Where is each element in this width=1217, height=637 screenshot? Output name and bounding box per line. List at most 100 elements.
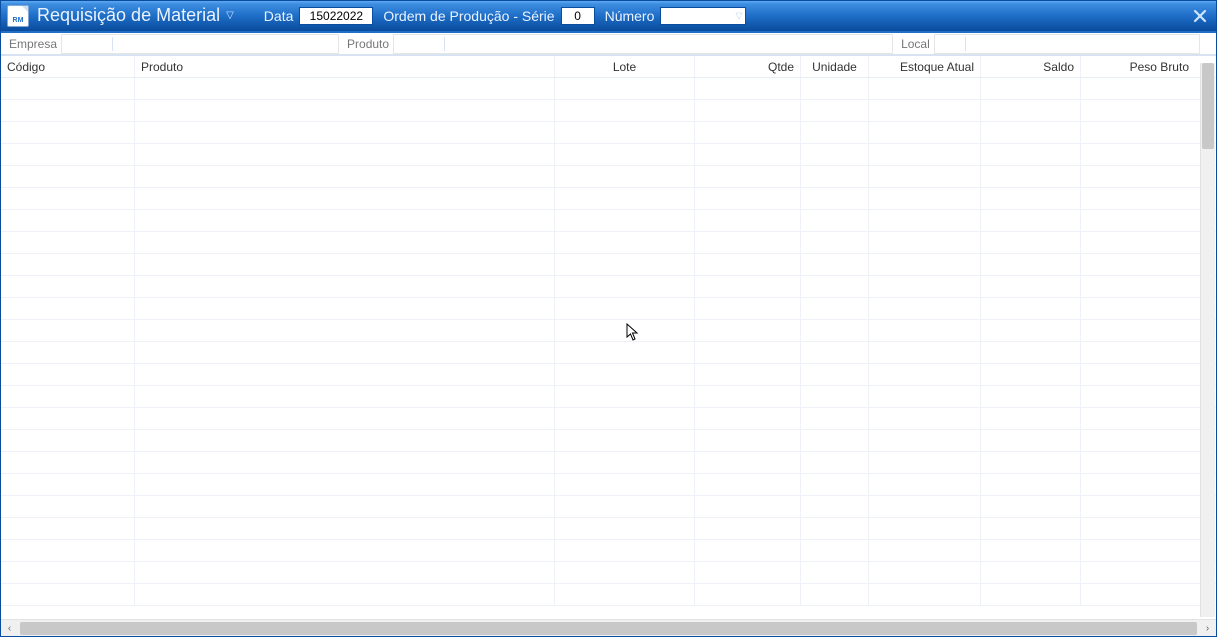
table-row[interactable] — [1, 232, 1216, 254]
cell-qtde[interactable] — [695, 540, 801, 561]
cell-lote[interactable] — [555, 342, 695, 363]
cell-unidade[interactable] — [801, 474, 869, 495]
cell-codigo[interactable] — [1, 188, 135, 209]
cell-peso[interactable] — [1081, 364, 1195, 385]
cell-qtde[interactable] — [695, 122, 801, 143]
cell-peso[interactable] — [1081, 408, 1195, 429]
cell-codigo[interactable] — [1, 430, 135, 451]
cell-codigo[interactable] — [1, 232, 135, 253]
table-row[interactable] — [1, 474, 1216, 496]
cell-peso[interactable] — [1081, 430, 1195, 451]
cell-lote[interactable] — [555, 496, 695, 517]
data-input[interactable] — [299, 7, 373, 25]
scroll-thumb[interactable] — [1202, 63, 1214, 149]
cell-peso[interactable] — [1081, 122, 1195, 143]
cell-qtde[interactable] — [695, 232, 801, 253]
cell-codigo[interactable] — [1, 78, 135, 99]
cell-produto[interactable] — [135, 342, 555, 363]
cell-produto[interactable] — [135, 518, 555, 539]
cell-peso[interactable] — [1081, 232, 1195, 253]
col-saldo[interactable]: Saldo — [981, 56, 1081, 77]
cell-produto[interactable] — [135, 144, 555, 165]
table-row[interactable] — [1, 78, 1216, 100]
cell-unidade[interactable] — [801, 320, 869, 341]
cell-saldo[interactable] — [981, 122, 1081, 143]
cell-lote[interactable] — [555, 122, 695, 143]
cell-unidade[interactable] — [801, 232, 869, 253]
cell-produto[interactable] — [135, 452, 555, 473]
cell-qtde[interactable] — [695, 342, 801, 363]
cell-saldo[interactable] — [981, 320, 1081, 341]
cell-produto[interactable] — [135, 430, 555, 451]
table-row[interactable] — [1, 166, 1216, 188]
cell-qtde[interactable] — [695, 496, 801, 517]
cell-estoque[interactable] — [869, 122, 981, 143]
cell-codigo[interactable] — [1, 276, 135, 297]
cell-lote[interactable] — [555, 188, 695, 209]
cell-qtde[interactable] — [695, 584, 801, 605]
cell-estoque[interactable] — [869, 474, 981, 495]
table-row[interactable] — [1, 562, 1216, 584]
cell-qtde[interactable] — [695, 474, 801, 495]
table-row[interactable] — [1, 452, 1216, 474]
cell-qtde[interactable] — [695, 408, 801, 429]
cell-produto[interactable] — [135, 562, 555, 583]
cell-codigo[interactable] — [1, 320, 135, 341]
cell-saldo[interactable] — [981, 144, 1081, 165]
cell-lote[interactable] — [555, 518, 695, 539]
cell-produto[interactable] — [135, 364, 555, 385]
cell-estoque[interactable] — [869, 452, 981, 473]
numero-combo[interactable]: ▽ — [660, 7, 746, 25]
cell-codigo[interactable] — [1, 210, 135, 231]
cell-saldo[interactable] — [981, 298, 1081, 319]
col-peso[interactable]: Peso Bruto — [1081, 56, 1195, 77]
cell-lote[interactable] — [555, 276, 695, 297]
cell-unidade[interactable] — [801, 540, 869, 561]
table-row[interactable] — [1, 100, 1216, 122]
cell-saldo[interactable] — [981, 430, 1081, 451]
cell-estoque[interactable] — [869, 364, 981, 385]
cell-produto[interactable] — [135, 496, 555, 517]
cell-produto[interactable] — [135, 210, 555, 231]
cell-qtde[interactable] — [695, 518, 801, 539]
cell-qtde[interactable] — [695, 276, 801, 297]
cell-unidade[interactable] — [801, 144, 869, 165]
col-qtde[interactable]: Qtde — [695, 56, 801, 77]
cell-lote[interactable] — [555, 430, 695, 451]
cell-peso[interactable] — [1081, 276, 1195, 297]
table-row[interactable] — [1, 584, 1216, 606]
cell-lote[interactable] — [555, 562, 695, 583]
cell-produto[interactable] — [135, 408, 555, 429]
cell-codigo[interactable] — [1, 386, 135, 407]
cell-estoque[interactable] — [869, 276, 981, 297]
cell-lote[interactable] — [555, 386, 695, 407]
cell-peso[interactable] — [1081, 298, 1195, 319]
cell-estoque[interactable] — [869, 210, 981, 231]
table-row[interactable] — [1, 254, 1216, 276]
cell-saldo[interactable] — [981, 562, 1081, 583]
cell-codigo[interactable] — [1, 452, 135, 473]
cell-estoque[interactable] — [869, 584, 981, 605]
serie-input[interactable] — [561, 7, 595, 25]
cell-lote[interactable] — [555, 78, 695, 99]
cell-produto[interactable] — [135, 78, 555, 99]
cell-produto[interactable] — [135, 298, 555, 319]
cell-estoque[interactable] — [869, 430, 981, 451]
local-input[interactable] — [934, 34, 1200, 54]
cell-qtde[interactable] — [695, 430, 801, 451]
cell-estoque[interactable] — [869, 144, 981, 165]
cell-produto[interactable] — [135, 100, 555, 121]
cell-qtde[interactable] — [695, 364, 801, 385]
cell-saldo[interactable] — [981, 78, 1081, 99]
cell-saldo[interactable] — [981, 496, 1081, 517]
cell-peso[interactable] — [1081, 166, 1195, 187]
cell-peso[interactable] — [1081, 78, 1195, 99]
cell-lote[interactable] — [555, 584, 695, 605]
cell-saldo[interactable] — [981, 276, 1081, 297]
cell-qtde[interactable] — [695, 78, 801, 99]
cell-codigo[interactable] — [1, 562, 135, 583]
table-row[interactable] — [1, 364, 1216, 386]
cell-unidade[interactable] — [801, 518, 869, 539]
table-row[interactable] — [1, 188, 1216, 210]
cell-saldo[interactable] — [981, 210, 1081, 231]
